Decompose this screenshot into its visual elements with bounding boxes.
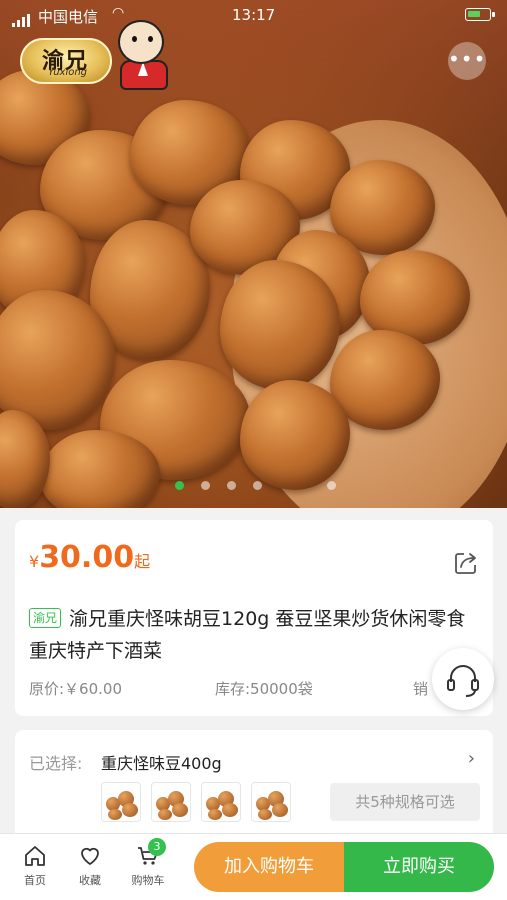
price: ¥30.00起 <box>29 540 150 575</box>
carousel-indicator <box>0 481 507 493</box>
more-options-button[interactable]: ••• <box>448 42 486 80</box>
clock: 13:17 <box>232 6 276 24</box>
logo-subtext: Yuxiong <box>48 67 88 78</box>
spec-thumbnail[interactable] <box>201 782 241 822</box>
add-to-cart-button[interactable]: 加入购物车 <box>194 842 344 892</box>
brand-logo: 渝兄 Yuxiong <box>20 38 112 84</box>
chevron-right-icon: › <box>467 748 475 769</box>
sales: 销 <box>413 680 429 698</box>
spec-count: 共5种规格可选 <box>330 783 480 821</box>
battery-icon <box>465 8 495 21</box>
carousel-dot <box>201 481 210 490</box>
mascot-icon <box>108 18 178 94</box>
tab-cart-label: 购物车 <box>131 874 165 887</box>
stock: 库存:50000袋 <box>215 680 313 698</box>
product-info-card: ¥30.00起 渝兄 渝兄重庆怪味胡豆120g 蚕豆坚果炒货休闲零食重庆特产下酒菜… <box>15 520 493 716</box>
headset-icon <box>447 665 479 697</box>
signal-icon <box>12 9 32 27</box>
status-bar: 中国电信 ◠ 13:17 <box>0 0 507 30</box>
customer-service-button[interactable] <box>432 648 494 710</box>
share-icon[interactable] <box>453 550 479 576</box>
ellipsis-icon: ••• <box>448 47 487 71</box>
tab-cart[interactable]: 购物车 3 <box>124 838 172 888</box>
spec-thumbnail[interactable] <box>151 782 191 822</box>
spec-thumbnail[interactable] <box>101 782 141 822</box>
carrier-name: 中国电信 <box>38 8 99 26</box>
tab-favorite[interactable]: 收藏 <box>66 844 114 888</box>
heart-icon <box>81 847 99 865</box>
original-price: 原价:￥60.00 <box>29 680 122 698</box>
tab-home-label: 首页 <box>24 874 46 887</box>
cart-badge: 3 <box>148 838 166 856</box>
product-title-text: 渝兄重庆怪味胡豆120g 蚕豆坚果炒货休闲零食重庆特产下酒菜 <box>29 608 466 662</box>
carousel-dot <box>327 481 336 490</box>
price-suffix: 起 <box>134 552 151 571</box>
spec-thumbnail[interactable] <box>251 782 291 822</box>
carousel-dot <box>253 481 262 490</box>
spec-selected-value: 重庆怪味豆400g <box>101 754 222 773</box>
product-title: 渝兄 渝兄重庆怪味胡豆120g 蚕豆坚果炒货休闲零食重庆特产下酒菜 <box>29 603 479 667</box>
buy-now-button[interactable]: 立即购买 <box>344 842 494 892</box>
price-value: 30.00 <box>39 540 135 575</box>
tab-home[interactable]: 首页 <box>11 844 59 888</box>
carousel-dot <box>175 481 184 490</box>
carousel-dot <box>227 481 236 490</box>
tab-favorite-label: 收藏 <box>79 874 101 887</box>
home-icon <box>25 846 45 866</box>
brand-tag: 渝兄 <box>29 608 62 628</box>
spec-label: 已选择: <box>29 754 83 773</box>
spec-selector[interactable]: 已选择: 重庆怪味豆400g › 共5种规格可选 <box>15 730 493 850</box>
currency-symbol: ¥ <box>29 552 40 571</box>
